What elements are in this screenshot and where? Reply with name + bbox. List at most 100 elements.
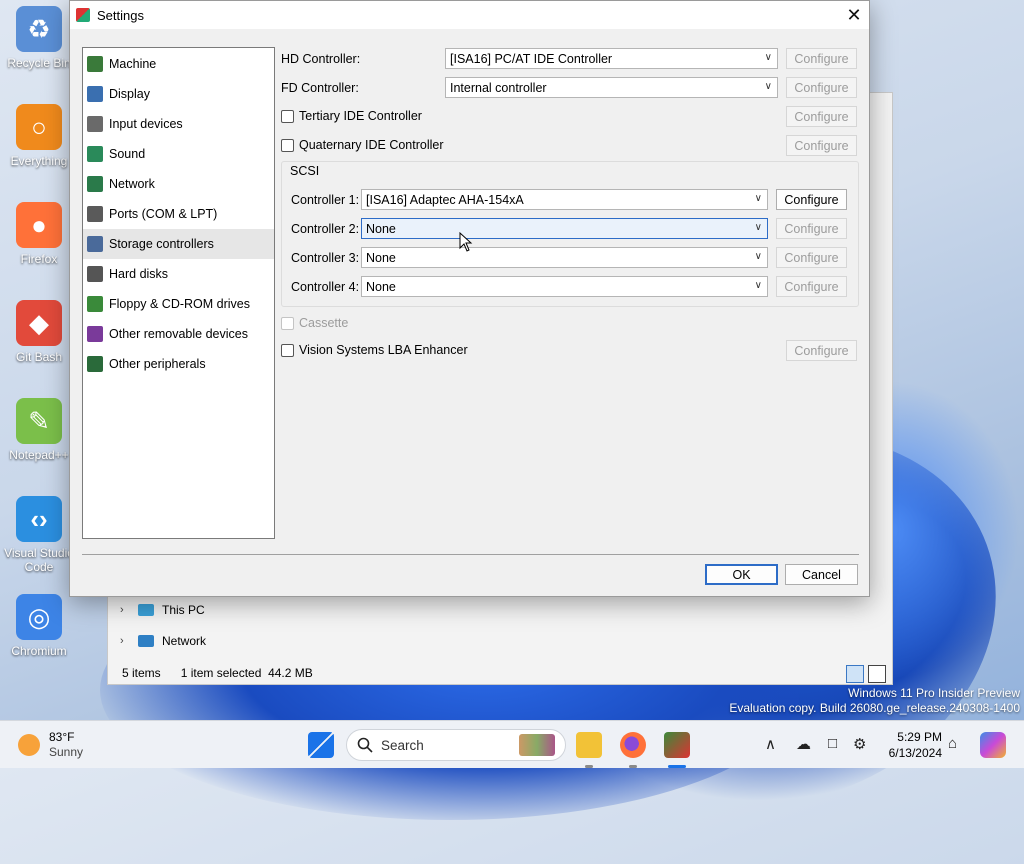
floppy-cdrom-icon bbox=[87, 296, 103, 312]
desktop-app-icon: ● bbox=[16, 202, 62, 248]
chevron-down-icon: ∨ bbox=[754, 193, 762, 204]
nav-item-network[interactable]: › Network bbox=[120, 630, 206, 652]
checkbox-box[interactable] bbox=[281, 343, 294, 357]
desktop-icon[interactable]: ♻ Recycle Bin bbox=[4, 6, 74, 70]
status-selection: 1 item selected bbox=[180, 666, 262, 680]
scsi-controller-select[interactable]: None ∨ bbox=[361, 276, 768, 297]
desktop-icon[interactable]: ○ Everything bbox=[4, 104, 74, 168]
fd-controller-label: FD Controller: bbox=[281, 81, 359, 95]
desktop-icon[interactable]: ◆ Git Bash bbox=[4, 300, 74, 364]
tertiary-configure-button[interactable]: Configure bbox=[786, 106, 857, 127]
category-item[interactable]: Ports (COM & LPT) bbox=[83, 199, 274, 229]
desktop-icon-label: Recycle Bin bbox=[7, 56, 71, 70]
chevron-down-icon: ∨ bbox=[754, 251, 762, 262]
display-icon bbox=[87, 86, 103, 102]
category-label: Storage controllers bbox=[109, 237, 214, 251]
input-devices-icon bbox=[87, 116, 103, 132]
fd-configure-button[interactable]: Configure bbox=[786, 77, 857, 98]
quaternary-ide-checkbox[interactable]: Quaternary IDE Controller bbox=[281, 138, 444, 152]
category-label: Other removable devices bbox=[109, 327, 248, 341]
vision-lba-configure-button[interactable]: Configure bbox=[786, 340, 857, 361]
copilot-icon[interactable] bbox=[980, 732, 1006, 758]
category-label: Machine bbox=[109, 57, 157, 71]
checkbox-box[interactable] bbox=[281, 109, 294, 123]
firefox-icon[interactable] bbox=[620, 732, 646, 758]
desktop-app-icon: ♻ bbox=[16, 6, 62, 52]
category-item[interactable]: Machine bbox=[83, 49, 274, 79]
notification-bell-icon[interactable]: ⌂ bbox=[948, 735, 957, 752]
details-view-button[interactable] bbox=[846, 665, 864, 683]
taskbar-search[interactable]: Search bbox=[346, 729, 566, 761]
category-item[interactable]: Storage controllers bbox=[83, 229, 274, 259]
category-item[interactable]: Other peripherals bbox=[83, 349, 274, 379]
machine-icon bbox=[87, 56, 103, 72]
vision-lba-checkbox[interactable]: Vision Systems LBA Enhancer bbox=[281, 343, 468, 357]
hd-controller-value: [ISA16] PC/AT IDE Controller bbox=[450, 51, 613, 66]
scsi-controller-label: Controller 1: bbox=[291, 193, 360, 207]
chevron-up-icon[interactable]: ∧ bbox=[765, 735, 776, 753]
category-item[interactable]: Display bbox=[83, 79, 274, 109]
desktop-icon[interactable]: ● Firefox bbox=[4, 202, 74, 266]
tiles-view-button[interactable] bbox=[868, 665, 886, 683]
chevron-down-icon: ∨ bbox=[764, 81, 772, 92]
nav-label: This PC bbox=[162, 603, 205, 617]
category-item[interactable]: Sound bbox=[83, 139, 274, 169]
scsi-controller-select[interactable]: [ISA16] Adaptec AHA-154xA ∨ bbox=[361, 189, 768, 210]
scsi-controller-label: Controller 3: bbox=[291, 251, 360, 265]
scsi-configure-button[interactable]: Configure bbox=[776, 218, 847, 239]
category-item[interactable]: Other removable devices bbox=[83, 319, 274, 349]
divider bbox=[82, 554, 859, 555]
desktop-icon-label: Firefox bbox=[20, 252, 58, 266]
scsi-controller-value: None bbox=[366, 250, 396, 265]
desktop-icon-label: Git Bash bbox=[15, 350, 63, 364]
chevron-down-icon: ∨ bbox=[764, 52, 772, 63]
ok-button[interactable]: OK bbox=[705, 564, 778, 585]
clock[interactable]: 5:29 PM 6/13/2024 bbox=[878, 729, 942, 761]
file-explorer-icon[interactable] bbox=[576, 732, 602, 758]
settings-dialog: Settings ✕ Machine Display Input devices So… bbox=[69, 0, 870, 597]
hd-configure-button[interactable]: Configure bbox=[786, 48, 857, 69]
category-item[interactable]: Floppy & CD-ROM drives bbox=[83, 289, 274, 319]
cancel-button[interactable]: Cancel bbox=[785, 564, 858, 585]
display-icon[interactable]: □ bbox=[828, 735, 837, 752]
app-icon bbox=[76, 8, 90, 22]
desktop-icon[interactable]: ‹› Visual Studio Code bbox=[4, 496, 74, 574]
fd-controller-select[interactable]: Internal controller ∨ bbox=[445, 77, 778, 98]
checkbox-box[interactable] bbox=[281, 138, 294, 152]
settings-app-icon[interactable] bbox=[664, 732, 690, 758]
scsi-controller-select[interactable]: None ∨ bbox=[361, 218, 768, 239]
desktop-icon[interactable]: ◎ Chromium bbox=[4, 594, 74, 658]
quaternary-configure-button[interactable]: Configure bbox=[786, 135, 857, 156]
hd-controller-label: HD Controller: bbox=[281, 52, 361, 66]
checkbox-box bbox=[281, 316, 294, 330]
category-item[interactable]: Hard disks bbox=[83, 259, 274, 289]
tertiary-ide-checkbox[interactable]: Tertiary IDE Controller bbox=[281, 109, 422, 123]
pc-icon bbox=[138, 604, 154, 616]
sound-icon bbox=[87, 146, 103, 162]
start-button[interactable] bbox=[308, 732, 334, 758]
close-button[interactable]: ✕ bbox=[839, 1, 869, 29]
dialog-title: Settings bbox=[97, 7, 144, 23]
search-highlight-icon bbox=[519, 734, 555, 756]
weather-widget[interactable]: 83°F Sunny bbox=[18, 730, 83, 760]
evaluation-watermark: Windows 11 Pro Insider Preview Evaluatio… bbox=[729, 686, 1020, 716]
hd-controller-select[interactable]: [ISA16] PC/AT IDE Controller ∨ bbox=[445, 48, 778, 69]
scsi-controller-select[interactable]: None ∨ bbox=[361, 247, 768, 268]
removable-devices-icon bbox=[87, 326, 103, 342]
scsi-configure-button[interactable]: Configure bbox=[776, 247, 847, 268]
chevron-down-icon: ∨ bbox=[754, 222, 762, 233]
nav-item-this-pc[interactable]: › This PC bbox=[120, 599, 205, 621]
network-icon bbox=[138, 635, 154, 647]
category-item[interactable]: Network bbox=[83, 169, 274, 199]
scsi-controller-value: None bbox=[366, 221, 396, 236]
cassette-checkbox: Cassette bbox=[281, 316, 348, 330]
network-off-icon[interactable]: ☁ bbox=[796, 735, 811, 753]
scsi-configure-button[interactable]: Configure bbox=[776, 276, 847, 297]
desktop-icon[interactable]: ✎ Notepad++ bbox=[4, 398, 74, 462]
status-size: 44.2 MB bbox=[268, 666, 313, 680]
scsi-controller-value: [ISA16] Adaptec AHA-154xA bbox=[366, 192, 524, 207]
scsi-configure-button[interactable]: Configure bbox=[776, 189, 847, 210]
category-item[interactable]: Input devices bbox=[83, 109, 274, 139]
watermark-line: Windows 11 Pro Insider Preview bbox=[848, 686, 1020, 700]
accessibility-icon[interactable]: ⚙ bbox=[853, 735, 866, 753]
